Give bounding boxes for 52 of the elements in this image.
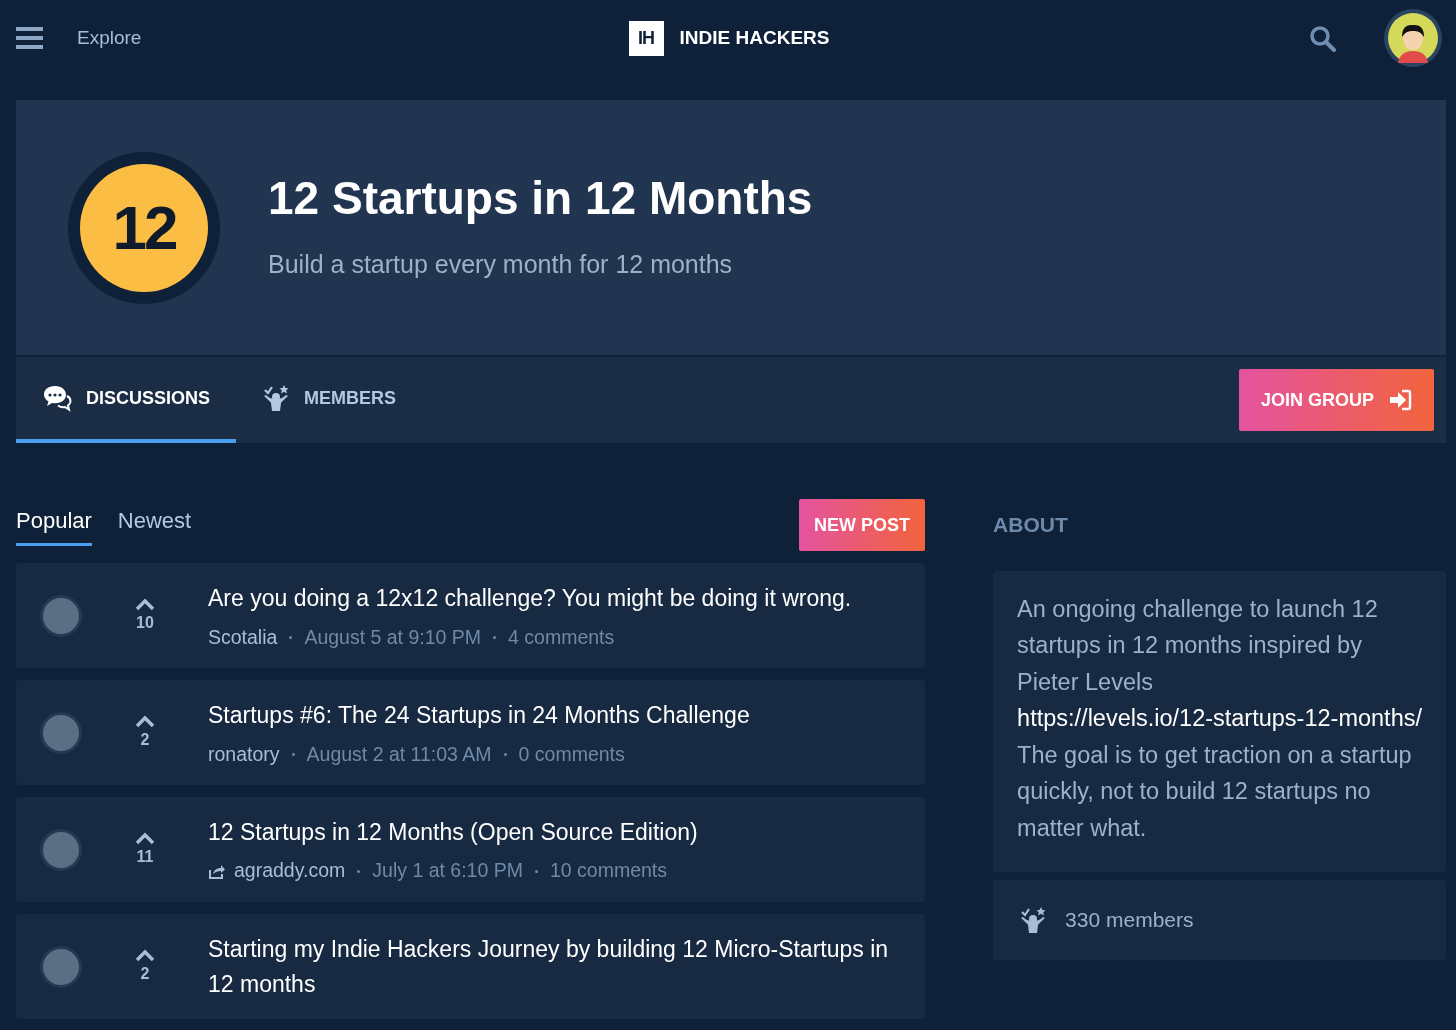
comment-count[interactable]: 0 comments: [518, 739, 625, 769]
group-subtitle: Build a startup every month for 12 months: [268, 249, 734, 281]
people-cheering-icon: [1019, 905, 1048, 934]
sort-tab[interactable]: Popular: [16, 504, 92, 546]
member-count: 330 members: [1065, 907, 1194, 934]
about-link[interactable]: https://levels.io/12-startups-12-months/: [1017, 705, 1422, 732]
tab[interactable]: DISCUSSIONS: [16, 357, 237, 443]
comment-count[interactable]: 10 comments: [549, 856, 667, 886]
separator-dot: [289, 635, 293, 639]
explore-link[interactable]: Explore: [77, 23, 142, 53]
group-badge: 12: [68, 151, 220, 304]
avatar-photo: [40, 829, 82, 872]
post-date: August 5 at 9:10 PM: [304, 624, 482, 650]
upvote-icon[interactable]: [135, 597, 155, 611]
upvote-icon[interactable]: [135, 831, 155, 845]
tab[interactable]: MEMBERS: [236, 357, 423, 443]
vote-count: 10: [136, 612, 154, 633]
post-title[interactable]: 12 Startups in 12 Months (Open Source Edition): [208, 814, 698, 851]
post-title[interactable]: Startups #6: The 24 Startups in 24 Months Challenge: [208, 697, 750, 734]
upvote-icon[interactable]: [135, 714, 155, 728]
comment-count[interactable]: 4 comments: [508, 622, 615, 652]
avatar-photo: [40, 712, 82, 755]
post-date: August 2 at 11:03 AM: [306, 741, 492, 767]
menu-icon[interactable]: [16, 27, 43, 49]
post-title[interactable]: Are you doing a 12x12 challenge? You might be doing it wrong.: [208, 581, 852, 617]
separator-dot: [534, 869, 538, 873]
author-name[interactable]: ronatory: [208, 739, 280, 769]
search-icon[interactable]: [1309, 24, 1336, 52]
chat-bubbles-icon: [42, 384, 72, 412]
section-heading: ABOUT: [993, 512, 1069, 539]
vote-count: 11: [136, 846, 154, 867]
separator-dot: [291, 752, 295, 756]
share-icon: [208, 863, 225, 879]
avatar-photo: [40, 946, 82, 989]
people-cheering-icon: [262, 384, 291, 412]
sort-tab[interactable]: Newest: [117, 504, 192, 546]
upvote-icon[interactable]: [135, 948, 155, 962]
vote-count: 2: [140, 729, 150, 750]
logo-mark[interactable]: IH: [628, 20, 664, 56]
group-title: 12 Startups in 12 Months: [268, 171, 813, 227]
avatar-photo: [40, 595, 82, 638]
vote-count: 2: [140, 963, 150, 984]
sign-in-icon: [1388, 389, 1412, 411]
about-description: An ongoing challenge to launch 12 startups in 12 months inspired by Pieter Levels https://levels.io/12-startups-12-months/ The goal is to get traction on a startup quickly, not to build 12 startups no matter what.: [1016, 595, 1423, 843]
post-title[interactable]: Starting my Indie Hackers Journey by building 12 Micro-Startups in 12 months: [208, 931, 906, 1003]
separator-dot: [493, 635, 497, 639]
post-date: July 1 at 6:10 PM: [372, 858, 523, 884]
brand-name[interactable]: INDIE HACKERS: [679, 23, 830, 53]
source-link[interactable]: agraddy.com: [234, 856, 346, 886]
separator-dot: [503, 752, 507, 756]
author-name[interactable]: Scotalia: [208, 622, 278, 652]
separator-dot: [357, 869, 361, 873]
